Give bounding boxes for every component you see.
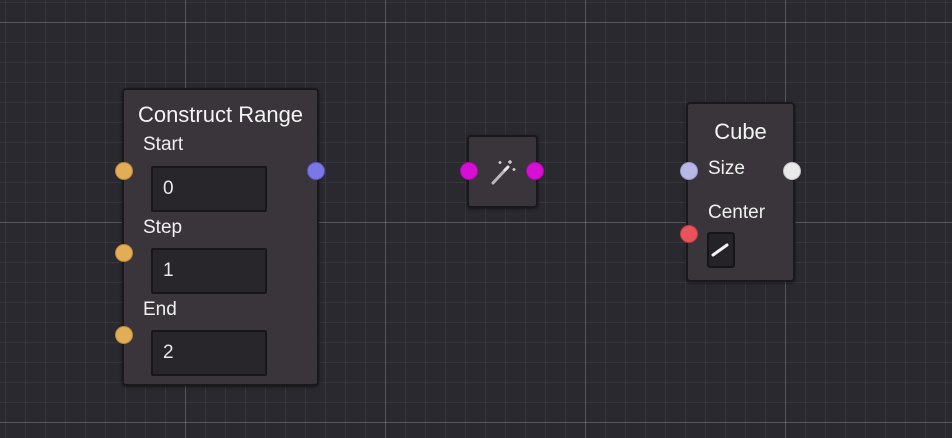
construct-range-title: Construct Range <box>137 102 304 127</box>
cube-title: Cube <box>714 119 767 144</box>
step-label: Step <box>143 217 183 238</box>
center-input-port[interactable] <box>680 225 698 243</box>
cast-output-port[interactable] <box>526 162 544 180</box>
construct-range-node[interactable]: Construct Range Start 0 Step 1 End 2 <box>122 88 319 386</box>
magic-wand-icon <box>491 160 516 185</box>
range-output-port[interactable] <box>307 162 325 180</box>
cube-output-port[interactable] <box>783 162 801 180</box>
size-input-port[interactable] <box>680 162 698 180</box>
start-input[interactable]: 0 <box>151 166 267 212</box>
start-input-port[interactable] <box>115 162 133 180</box>
pencil-icon <box>711 243 729 257</box>
node-graph-canvas[interactable]: Construct Range Start 0 Step 1 End 2 Cub… <box>0 0 952 438</box>
end-label: End <box>143 299 177 320</box>
cast-input-port[interactable] <box>460 162 478 180</box>
end-input-port[interactable] <box>115 326 133 344</box>
center-label: Center <box>708 202 766 223</box>
size-label: Size <box>708 158 745 179</box>
step-input-port[interactable] <box>115 244 133 262</box>
center-edit-button[interactable] <box>707 232 735 268</box>
step-input[interactable]: 1 <box>151 248 267 294</box>
start-label: Start <box>143 134 184 155</box>
cube-node[interactable]: Cube Size Center <box>686 102 795 282</box>
end-input[interactable]: 2 <box>151 330 267 376</box>
